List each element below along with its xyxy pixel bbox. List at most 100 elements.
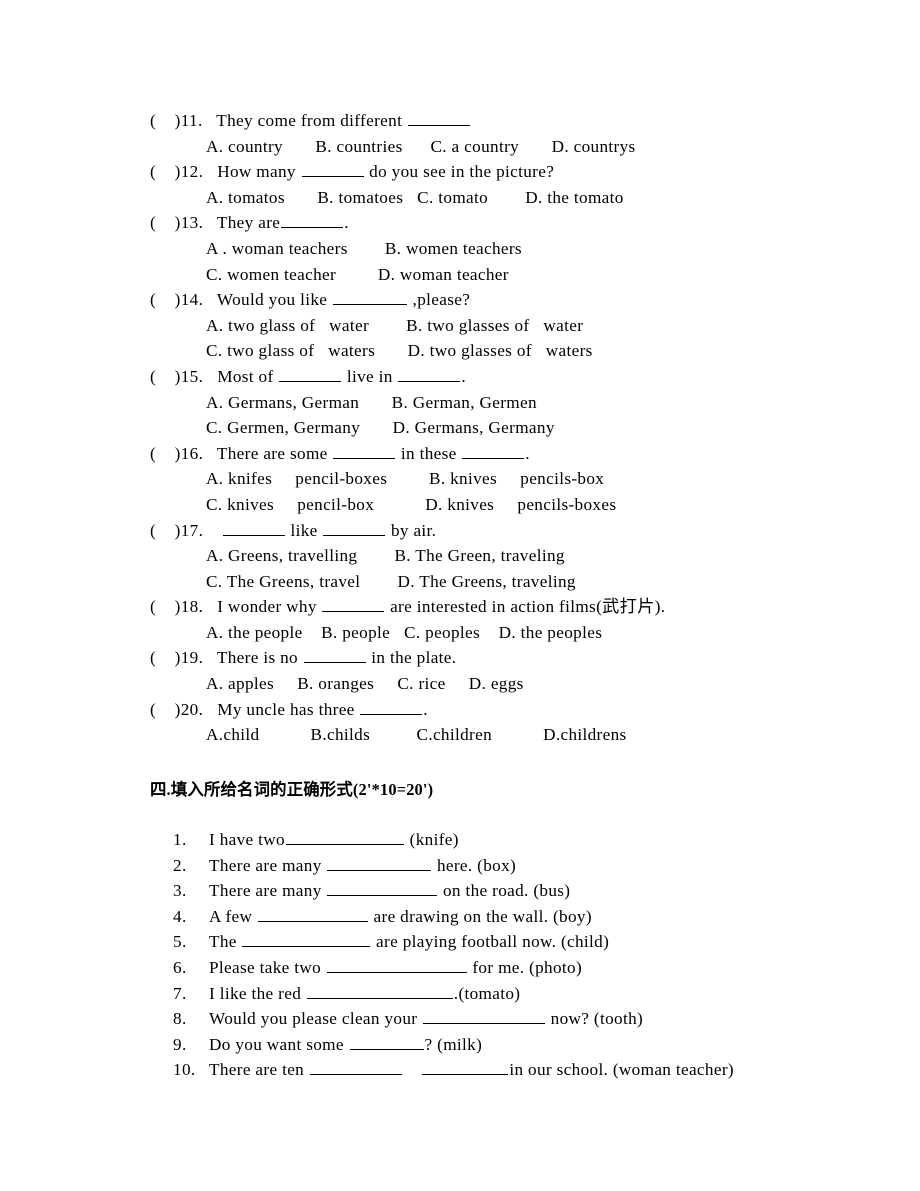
mc-option-line[interactable]: A.child B.childs C.children D.childrens bbox=[150, 722, 870, 748]
answer-blank[interactable] bbox=[422, 1060, 509, 1076]
mc-option-line[interactable]: C. The Greens, travel D. The Greens, tra… bbox=[150, 569, 870, 595]
mc-item: ( )18. I wonder why are interested in ac… bbox=[150, 594, 870, 645]
fill-in-text-after: on the road. (bus) bbox=[438, 881, 571, 901]
answer-blank[interactable] bbox=[306, 984, 453, 999]
fill-in-number: 2. bbox=[173, 855, 187, 875]
mc-number: 13. bbox=[180, 213, 204, 233]
answer-blank[interactable] bbox=[322, 597, 385, 613]
fill-in-row: 2. There are many here. (box) bbox=[173, 853, 913, 879]
mc-number: 19. bbox=[180, 648, 204, 668]
mc-item: ( )17. like by air. A. Greens, travelling… bbox=[150, 518, 870, 595]
answer-blank[interactable] bbox=[301, 162, 364, 178]
fill-in-text-middle bbox=[403, 1060, 422, 1079]
mc-checkbox-paren[interactable]: ( bbox=[150, 648, 156, 667]
fill-in-text-before: The bbox=[209, 932, 242, 952]
answer-blank[interactable] bbox=[327, 856, 432, 871]
mc-number: 15. bbox=[180, 366, 204, 386]
mc-checkbox-paren[interactable]: ( bbox=[150, 213, 156, 232]
mc-option-line[interactable]: A. two glass of water B. two glasses of … bbox=[150, 313, 870, 339]
mc-number: 12. bbox=[180, 162, 204, 182]
mc-option-line[interactable]: A. Germans, German B. German, Germen bbox=[150, 390, 870, 416]
fill-in-row: 6. Please take two for me. (photo) bbox=[173, 955, 913, 981]
fill-in-row: 1. I have two (knife) bbox=[173, 827, 913, 853]
fill-in-text-before: I have two bbox=[209, 830, 285, 849]
answer-blank[interactable] bbox=[242, 932, 371, 948]
answer-blank[interactable] bbox=[333, 444, 396, 459]
fill-in-number: 5. bbox=[173, 932, 187, 952]
mc-option-line[interactable]: C. Germen, Germany D. Germans, Germany bbox=[150, 415, 870, 441]
mc-stem: ( )18. I wonder why are interested in ac… bbox=[150, 594, 870, 620]
mc-option-line[interactable]: C. knives pencil-box D. knives pencils-b… bbox=[150, 492, 870, 518]
mc-item: ( )19. There is no in the plate. A. apple… bbox=[150, 645, 870, 696]
mc-stem: ( )13. They are. bbox=[150, 210, 870, 236]
fill-in-number: 8. bbox=[173, 1009, 187, 1029]
fill-in-number: 7. bbox=[173, 983, 187, 1003]
mc-option-line[interactable]: A. tomatos B. tomatoes C. tomato D. the … bbox=[150, 185, 870, 211]
fill-in-number: 3. bbox=[173, 881, 187, 901]
answer-blank[interactable] bbox=[257, 907, 368, 922]
answer-blank[interactable] bbox=[279, 367, 342, 382]
mc-stem-text-middle: live in bbox=[342, 366, 398, 386]
mc-stem-text: Would you like bbox=[216, 290, 332, 310]
mc-option-line[interactable]: A. knifes pencil-boxes B. knives pencils… bbox=[150, 466, 870, 492]
fill-in-row: 3. There are many on the road. (bus) bbox=[173, 878, 913, 904]
worksheet-page: ( )11. They come from different A. count… bbox=[0, 0, 920, 1191]
mc-checkbox-paren[interactable]: ( bbox=[150, 290, 156, 309]
mc-stem: ( )20. My uncle has three . bbox=[150, 697, 870, 723]
mc-stem-text: There is no bbox=[216, 648, 303, 668]
mc-option-line[interactable]: A. Greens, travelling B. The Green, trav… bbox=[150, 543, 870, 569]
mc-stem-text: I wonder why bbox=[217, 597, 322, 617]
answer-blank[interactable] bbox=[332, 290, 407, 306]
mc-item: ( )16. There are some in these . A. knife… bbox=[150, 441, 870, 518]
mc-option-line[interactable]: A . woman teachers B. women teachers bbox=[150, 236, 870, 262]
mc-option-line[interactable]: A. apples B. oranges C. rice D. eggs bbox=[150, 671, 870, 697]
mc-option-line[interactable]: A. the people B. people C. peoples D. th… bbox=[150, 620, 870, 646]
fill-in-text-after: .(tomato) bbox=[453, 983, 521, 1003]
answer-blank[interactable] bbox=[222, 521, 285, 536]
fill-in-text-before: I like the red bbox=[209, 983, 306, 1003]
mc-option-line[interactable]: C. two glass of waters D. two glasses of… bbox=[150, 338, 870, 364]
mc-stem-text-after: by air. bbox=[386, 520, 437, 540]
mc-stem-text: Most of bbox=[217, 366, 279, 386]
answer-blank[interactable] bbox=[407, 111, 470, 126]
mc-stem-text-after: . bbox=[461, 366, 467, 386]
mc-checkbox-paren[interactable]: ( bbox=[150, 162, 156, 181]
mc-checkbox-paren[interactable]: ( bbox=[150, 521, 156, 540]
mc-stem: ( )11. They come from different bbox=[150, 108, 870, 134]
answer-blank[interactable] bbox=[303, 648, 366, 664]
answer-blank[interactable] bbox=[398, 367, 461, 382]
fill-in-text-after: now? (tooth) bbox=[546, 1009, 644, 1029]
mc-item: ( )11. They come from different A. count… bbox=[150, 108, 870, 159]
answer-blank[interactable] bbox=[281, 213, 344, 229]
mc-checkbox-paren[interactable]: ( bbox=[150, 700, 156, 719]
mc-stem-text-after: ,please? bbox=[407, 290, 471, 310]
mc-stem-text-after: . bbox=[525, 443, 530, 463]
fill-in-number: 10. bbox=[173, 1060, 196, 1080]
answer-blank[interactable] bbox=[327, 881, 438, 897]
fill-in-text-after: ? (milk) bbox=[424, 1034, 483, 1054]
answer-blank[interactable] bbox=[285, 830, 404, 845]
mc-stem: ( )15. Most of live in . bbox=[150, 364, 870, 390]
mc-option-line[interactable]: A. country B. countries C. a country D. … bbox=[150, 134, 870, 160]
mc-option-line[interactable]: C. women teacher D. woman teacher bbox=[150, 262, 870, 288]
mc-checkbox-paren[interactable]: ( bbox=[150, 111, 156, 130]
answer-blank[interactable] bbox=[423, 1009, 546, 1025]
fill-in-text-before: Would you please clean your bbox=[209, 1009, 423, 1029]
fill-in-text-after: are playing football now. (child) bbox=[371, 932, 610, 952]
fill-in-number: 4. bbox=[173, 906, 187, 926]
mc-item: ( )13. They are. A . woman teachers B. wo… bbox=[150, 210, 870, 287]
answer-blank[interactable] bbox=[349, 1035, 424, 1050]
answer-blank[interactable] bbox=[360, 700, 423, 715]
multiple-choice-section: ( )11. They come from different A. count… bbox=[150, 108, 870, 748]
fill-in-text-after: for me. (photo) bbox=[467, 957, 583, 977]
mc-checkbox-paren[interactable]: ( bbox=[150, 367, 156, 386]
answer-blank[interactable] bbox=[326, 958, 467, 973]
mc-checkbox-paren[interactable]: ( bbox=[150, 597, 156, 616]
fill-in-text-before: Please take two bbox=[209, 957, 326, 977]
fill-in-row: 10. There are ten in our school. (woman t… bbox=[173, 1057, 913, 1083]
mc-checkbox-paren[interactable]: ( bbox=[150, 444, 156, 463]
fill-in-text-after: (knife) bbox=[404, 830, 459, 849]
answer-blank[interactable] bbox=[462, 444, 525, 459]
answer-blank[interactable] bbox=[323, 521, 386, 536]
answer-blank[interactable] bbox=[309, 1060, 402, 1076]
